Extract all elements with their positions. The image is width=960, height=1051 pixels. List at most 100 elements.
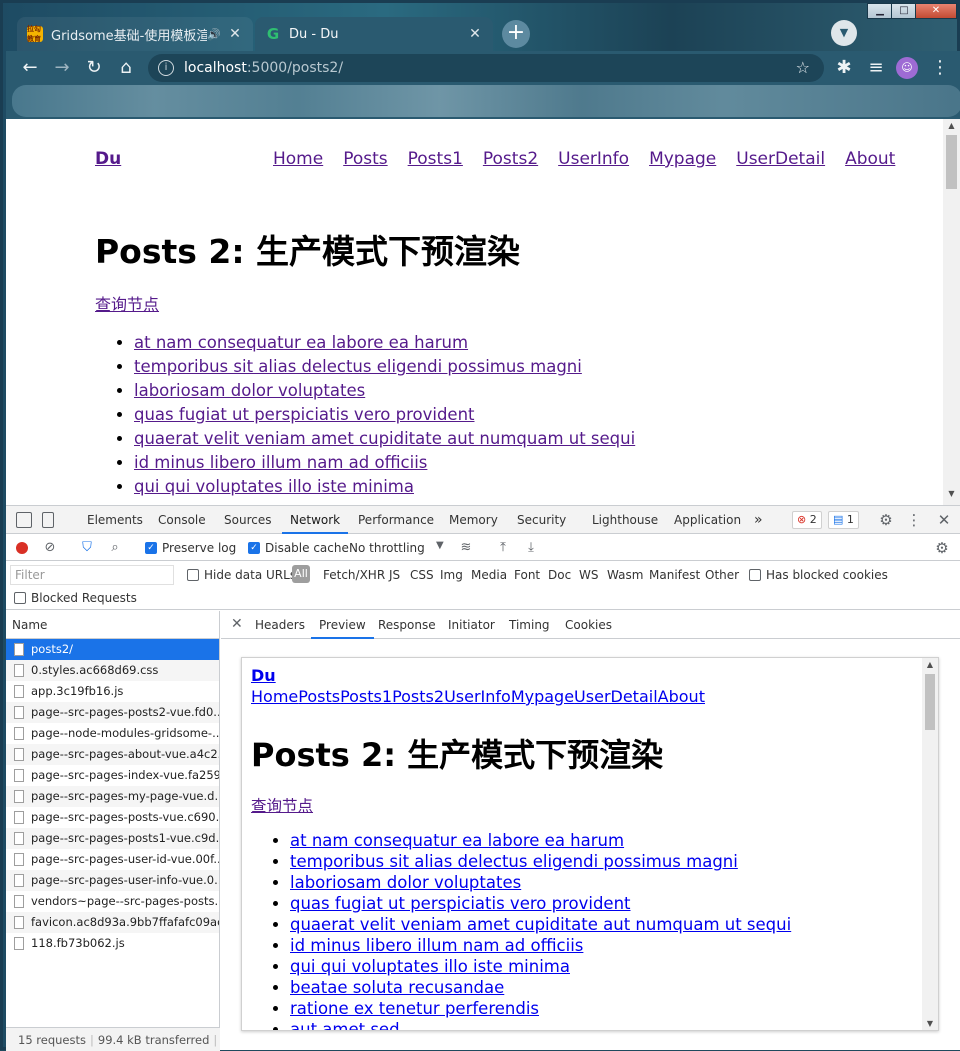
- table-row[interactable]: favicon.ac8d93a.9bb7ffafafc09ac...: [6, 912, 219, 933]
- table-row[interactable]: page--src-pages-user-info-vue.0...: [6, 870, 219, 891]
- table-row[interactable]: page--src-pages-index-vue.fa259...: [6, 765, 219, 786]
- search-icon[interactable]: ⌕: [107, 540, 123, 556]
- tab-memory[interactable]: Memory: [449, 506, 498, 534]
- preview-post-link[interactable]: qui qui voluptates illo iste minima: [290, 957, 570, 976]
- filter-css[interactable]: CSS: [410, 568, 434, 582]
- nav-about[interactable]: About: [845, 149, 895, 169]
- checkbox-unchecked[interactable]: [749, 569, 761, 581]
- close-tab-icon[interactable]: ✕: [227, 26, 243, 42]
- speaker-icon[interactable]: 🔊: [207, 28, 221, 41]
- filter-fetch-xhr[interactable]: Fetch/XHR: [323, 568, 385, 582]
- site-logo-link[interactable]: Du: [95, 149, 121, 169]
- tab-timing[interactable]: Timing: [509, 611, 550, 639]
- tab-response[interactable]: Response: [378, 611, 436, 639]
- throttling-select[interactable]: No throttling: [349, 541, 425, 555]
- tab-du[interactable]: G Du - Du ✕: [255, 17, 493, 51]
- query-nodes-link[interactable]: 查询节点: [95, 291, 159, 315]
- preview-nav-userinfo[interactable]: UserInfo: [444, 687, 511, 706]
- nav-mypage[interactable]: Mypage: [649, 149, 716, 169]
- tab-performance[interactable]: Performance: [358, 506, 434, 534]
- preview-post-link[interactable]: aut amet sed: [290, 1020, 400, 1030]
- post-link[interactable]: id minus libero illum nam ad officiis: [134, 453, 427, 472]
- preview-logo-link[interactable]: Du: [251, 666, 276, 685]
- table-row[interactable]: page--src-pages-posts-vue.c690...: [6, 807, 219, 828]
- has-blocked-cookies-checkbox[interactable]: Has blocked cookies: [749, 568, 888, 582]
- tab-elements[interactable]: Elements: [87, 506, 143, 534]
- close-devtools-icon[interactable]: ✕: [934, 510, 954, 530]
- clear-icon[interactable]: ⊘: [42, 540, 58, 556]
- tab-preview[interactable]: Preview: [311, 611, 374, 639]
- error-count-badge[interactable]: ⊗ 2: [792, 511, 822, 529]
- preview-nav-posts2[interactable]: Posts2: [392, 687, 444, 706]
- filter-doc[interactable]: Doc: [548, 568, 571, 582]
- table-row[interactable]: 118.fb73b062.js: [6, 933, 219, 954]
- preview-post-link[interactable]: ratione ex tenetur perferendis: [290, 999, 539, 1018]
- nav-userdetail[interactable]: UserDetail: [736, 149, 825, 169]
- filter-media[interactable]: Media: [471, 568, 507, 582]
- export-har-icon[interactable]: ⤓: [523, 540, 539, 556]
- network-conditions-icon[interactable]: ≋: [458, 540, 474, 556]
- tab-search-icon[interactable]: ▼: [831, 20, 857, 46]
- table-row[interactable]: 0.styles.ac668d69.css: [6, 660, 219, 681]
- preview-scrollbar[interactable]: ▲ ▼: [922, 658, 938, 1030]
- forward-arrow-icon[interactable]: →: [50, 56, 74, 80]
- preview-nav-posts[interactable]: Posts: [298, 687, 340, 706]
- filter-manifest[interactable]: Manifest: [649, 568, 700, 582]
- table-row[interactable]: app.3c19fb16.js: [6, 681, 219, 702]
- back-arrow-icon[interactable]: ←: [18, 56, 42, 80]
- info-icon[interactable]: i: [158, 60, 174, 76]
- new-tab-button[interactable]: +: [502, 20, 530, 48]
- filter-wasm[interactable]: Wasm: [607, 568, 643, 582]
- table-row[interactable]: page--src-pages-user-id-vue.00f...: [6, 849, 219, 870]
- filter-input[interactable]: Filter: [10, 565, 174, 585]
- table-row[interactable]: posts2/: [6, 639, 219, 660]
- blocked-requests-checkbox[interactable]: Blocked Requests: [14, 591, 137, 605]
- post-link[interactable]: quaerat velit veniam amet cupiditate aut…: [134, 429, 635, 448]
- preview-nav-mypage[interactable]: Mypage: [511, 687, 574, 706]
- table-row[interactable]: page--node-modules-gridsome-...: [6, 723, 219, 744]
- nav-home[interactable]: Home: [273, 149, 323, 169]
- preview-nav-posts1[interactable]: Posts1: [340, 687, 392, 706]
- address-bar[interactable]: i localhost:5000/posts2/ ☆: [148, 54, 824, 82]
- preview-nav-userdetail[interactable]: UserDetail: [574, 687, 658, 706]
- table-row[interactable]: page--src-pages-my-page-vue.d...: [6, 786, 219, 807]
- tab-lighthouse[interactable]: Lighthouse: [592, 506, 658, 534]
- checkbox-unchecked[interactable]: [14, 592, 26, 604]
- tab-initiator[interactable]: Initiator: [448, 611, 495, 639]
- preview-nav-about[interactable]: About: [658, 687, 705, 706]
- maximize-button[interactable]: □: [891, 3, 917, 19]
- preserve-log-checkbox[interactable]: ✓ Preserve log: [145, 541, 236, 555]
- tab-console[interactable]: Console: [158, 506, 206, 534]
- page-scrollbar[interactable]: ▲ ▼: [943, 119, 960, 505]
- scroll-up-icon[interactable]: ▲: [943, 121, 960, 135]
- devtools-menu-icon[interactable]: ⋮: [904, 510, 924, 530]
- preview-post-link[interactable]: quas fugiat ut perspiciatis vero provide…: [290, 894, 631, 913]
- tab-gridsome[interactable]: 拉勾教育 Gridsome基础-使用模板渲染 🔊 ✕: [17, 17, 253, 51]
- inspect-element-icon[interactable]: [16, 512, 32, 528]
- table-row[interactable]: page--src-pages-posts2-vue.fd0...: [6, 702, 219, 723]
- name-column-header[interactable]: Name: [6, 611, 219, 639]
- preview-post-link[interactable]: beatae soluta recusandae: [290, 978, 504, 997]
- preview-post-link[interactable]: at nam consequatur ea labore ea harum: [290, 831, 624, 850]
- scroll-thumb[interactable]: [925, 674, 935, 730]
- nav-posts1[interactable]: Posts1: [408, 149, 463, 169]
- scroll-down-icon[interactable]: ▼: [943, 489, 960, 503]
- message-count-badge[interactable]: ▤ 1: [828, 511, 859, 529]
- chevron-down-icon[interactable]: ▼: [436, 540, 444, 551]
- preview-post-link[interactable]: quaerat velit veniam amet cupiditate aut…: [290, 915, 791, 934]
- more-tabs-icon[interactable]: »: [754, 506, 763, 534]
- table-row[interactable]: page--src-pages-posts1-vue.c9d...: [6, 828, 219, 849]
- profile-avatar-icon[interactable]: ☺: [896, 57, 918, 79]
- checkbox-checked[interactable]: ✓: [145, 542, 157, 554]
- filter-ws[interactable]: WS: [579, 568, 598, 582]
- preview-query-link[interactable]: 查询节点: [251, 794, 313, 816]
- checkbox-unchecked[interactable]: [187, 569, 199, 581]
- scroll-down-icon[interactable]: ▼: [922, 1019, 938, 1028]
- close-tab-icon[interactable]: ✕: [467, 26, 483, 42]
- table-row[interactable]: page--src-pages-about-vue.a4c2...: [6, 744, 219, 765]
- preview-post-link[interactable]: temporibus sit alias delectus eligendi p…: [290, 852, 738, 871]
- nav-posts[interactable]: Posts: [343, 149, 387, 169]
- close-detail-icon[interactable]: ✕: [231, 616, 243, 632]
- tab-application[interactable]: Application: [674, 506, 741, 534]
- close-window-button[interactable]: ✕: [915, 3, 957, 19]
